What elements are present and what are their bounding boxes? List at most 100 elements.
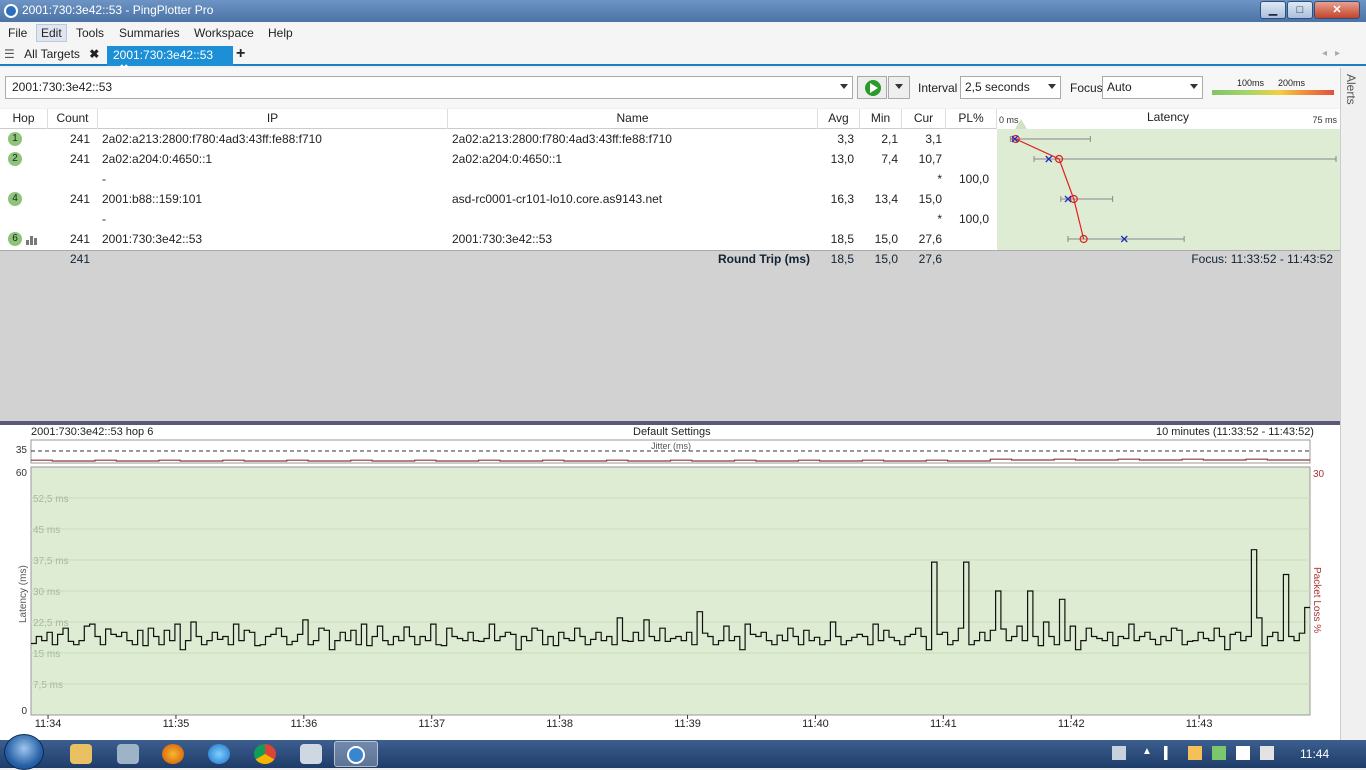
summary-min: 15,0 bbox=[874, 252, 898, 266]
start-trace-button[interactable] bbox=[857, 76, 887, 99]
menu-file[interactable]: File bbox=[4, 25, 31, 41]
explorer-icon[interactable] bbox=[70, 744, 92, 764]
menu-help[interactable]: Help bbox=[264, 25, 297, 41]
x-tick-label: 11:39 bbox=[674, 718, 701, 730]
control-panel-icon[interactable] bbox=[117, 744, 139, 764]
alerts-side-tab[interactable]: Alerts bbox=[1340, 68, 1366, 740]
latency-color-scale: 100ms 200ms bbox=[1212, 78, 1334, 98]
hop-pl bbox=[946, 229, 989, 249]
hop-min: 2,1 bbox=[881, 132, 898, 146]
start-button[interactable] bbox=[4, 734, 44, 770]
tab-scroll-arrows[interactable]: ◂▸ bbox=[1322, 48, 1348, 59]
hop-cur: 3,1 bbox=[925, 132, 942, 146]
table-row[interactable]: - * 100,0 bbox=[0, 169, 997, 189]
hop-avg: 16,3 bbox=[830, 192, 854, 206]
x-tick-label: 11:43 bbox=[1186, 718, 1213, 730]
chrome-icon[interactable] bbox=[254, 744, 276, 764]
tab-close-icon[interactable]: ✖ bbox=[89, 47, 99, 61]
device-icon[interactable] bbox=[1236, 746, 1250, 760]
sync-icon[interactable] bbox=[1212, 746, 1226, 760]
volume-muted-icon[interactable] bbox=[1260, 746, 1274, 760]
summary-cur: 27,6 bbox=[918, 252, 942, 266]
col-pl-header[interactable]: PL% bbox=[946, 109, 997, 129]
hop-ip: - bbox=[102, 172, 106, 186]
start-options-dropdown[interactable] bbox=[888, 76, 910, 99]
col-avg-header[interactable]: Avg bbox=[818, 109, 860, 129]
col-min-header[interactable]: Min bbox=[860, 109, 902, 129]
chevron-down-icon bbox=[895, 84, 903, 89]
tray-expand-icon[interactable]: ▲ bbox=[1142, 746, 1156, 760]
minimize-button[interactable]: ▁ bbox=[1260, 1, 1286, 19]
packet-loss-max-label: 30 bbox=[1313, 469, 1325, 480]
table-row[interactable]: 1 241 2a02:a213:2800:f780:4ad3:43ff:fe88… bbox=[0, 129, 997, 149]
chevron-down-icon bbox=[1048, 84, 1056, 89]
window-manager-icon[interactable] bbox=[300, 744, 322, 764]
x-tick-label: 11:34 bbox=[35, 718, 62, 730]
internet-explorer-icon[interactable] bbox=[208, 744, 230, 764]
hop-min: 7,4 bbox=[881, 152, 898, 166]
col-cur-header[interactable]: Cur bbox=[902, 109, 946, 129]
col-name-header[interactable]: Name bbox=[448, 109, 818, 129]
menu-workspace[interactable]: Workspace bbox=[190, 25, 258, 41]
hop-cur: 10,7 bbox=[918, 152, 942, 166]
col-hop-header[interactable]: Hop bbox=[0, 109, 48, 129]
hop-avg: 13,0 bbox=[830, 152, 854, 166]
alerts-label: Alerts bbox=[1344, 74, 1358, 105]
maximize-button[interactable]: □ bbox=[1287, 1, 1313, 19]
col-latency-header: Latency bbox=[1147, 110, 1189, 124]
play-icon bbox=[865, 80, 881, 96]
focus-select[interactable]: Auto bbox=[1102, 76, 1203, 99]
table-row[interactable]: 2 241 2a02:a204:0:4650::1 2a02:a204:0:46… bbox=[0, 149, 997, 169]
chevron-down-icon bbox=[1190, 84, 1198, 89]
hop-count: 241 bbox=[69, 152, 90, 166]
trace-grid-panel: Hop Count IP Name Avg Min Cur PL% 1 241 … bbox=[0, 109, 1340, 421]
tab-all-targets[interactable]: ☰ All Targets ✖ bbox=[4, 47, 99, 64]
add-tab-icon[interactable]: + bbox=[236, 45, 245, 63]
hop-count: 241 bbox=[69, 232, 90, 246]
interval-select[interactable]: 2,5 seconds bbox=[960, 76, 1061, 99]
latency-graph: Latency 0 ms 75 ms bbox=[997, 109, 1340, 250]
network-icon[interactable] bbox=[1164, 746, 1178, 760]
hop-name: 2a02:a213:2800:f780:4ad3:43ff:fe88:f710 bbox=[452, 132, 672, 146]
x-tick-label: 11:40 bbox=[802, 718, 829, 730]
table-row[interactable]: 6 241 2001:730:3e42::53 2001:730:3e42::5… bbox=[0, 229, 997, 249]
hop-ip: 2a02:a213:2800:f780:4ad3:43ff:fe88:f710 bbox=[102, 132, 322, 146]
tab-target[interactable]: 2001:730:3e42::53 ✖ bbox=[107, 46, 233, 76]
bar-graph-icon[interactable] bbox=[26, 235, 38, 245]
col-ip-header[interactable]: IP bbox=[98, 109, 448, 129]
hop-ip: 2a02:a204:0:4650::1 bbox=[102, 152, 213, 166]
target-input[interactable]: 2001:730:3e42::53 bbox=[5, 76, 853, 99]
menu-tools[interactable]: Tools bbox=[72, 25, 108, 41]
table-row[interactable]: - * 100,0 bbox=[0, 209, 997, 229]
hop-rows: 1 241 2a02:a213:2800:f780:4ad3:43ff:fe88… bbox=[0, 129, 997, 250]
menu-summaries[interactable]: Summaries bbox=[115, 25, 184, 41]
table-row[interactable]: 4 241 2001:b88::159:101 asd-rc0001-cr101… bbox=[0, 189, 997, 209]
list-icon: ☰ bbox=[4, 47, 15, 61]
title-bar: 2001:730:3e42::53 - PingPlotter Pro ▁ □ … bbox=[0, 0, 1366, 22]
time-graph-panel: 2001:730:3e42::53 hop 6 Default Settings… bbox=[0, 425, 1340, 740]
keyboard-icon[interactable] bbox=[1112, 746, 1126, 760]
y-tick-label: 30 ms bbox=[33, 587, 60, 598]
col-count-header[interactable]: Count bbox=[48, 109, 98, 129]
menu-edit[interactable]: Edit bbox=[36, 24, 67, 42]
y-tick-label: 52,5 ms bbox=[33, 494, 69, 505]
chevron-down-icon[interactable] bbox=[840, 84, 848, 89]
tab-bar: ☰ All Targets ✖ 2001:730:3e42::53 ✖ + ◂▸ bbox=[0, 44, 1366, 76]
security-icon[interactable] bbox=[1188, 746, 1202, 760]
summary-count: 241 bbox=[69, 252, 90, 266]
hop-count: 241 bbox=[69, 132, 90, 146]
pingplotter-taskbar-button[interactable] bbox=[334, 741, 378, 767]
hop-number-badge: 4 bbox=[8, 192, 22, 206]
hop-number-badge: 6 bbox=[8, 232, 22, 246]
interval-label: Interval bbox=[918, 81, 958, 95]
hop-cur: * bbox=[937, 212, 942, 226]
latency-scale-min: 0 ms bbox=[999, 115, 1019, 125]
hop-count: 241 bbox=[69, 192, 90, 206]
close-button[interactable]: ✕ bbox=[1314, 1, 1360, 19]
hop-cur: 15,0 bbox=[918, 192, 942, 206]
menu-bar: File Edit Tools Summaries Workspace Help bbox=[0, 22, 1366, 44]
y-tick-label: 15 ms bbox=[33, 649, 60, 660]
latency-scale-max: 75 ms bbox=[1312, 115, 1337, 125]
scale-200ms-label: 200ms bbox=[1278, 78, 1306, 88]
firefox-icon[interactable] bbox=[162, 744, 184, 764]
